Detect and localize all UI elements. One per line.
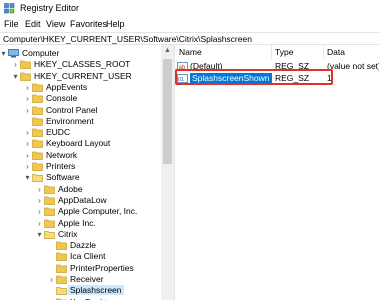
column-header-type[interactable]: Type: [275, 47, 293, 57]
tree-node-label: Console: [46, 93, 78, 104]
expand-chevron-right-icon[interactable]: ›: [23, 83, 32, 92]
tree-node-label: XenDesktop: [70, 297, 116, 300]
folder-icon: [56, 264, 67, 273]
folder-icon: [44, 196, 55, 205]
folder-icon: [32, 139, 43, 149]
expand-chevron-right-icon[interactable]: ›: [23, 151, 32, 160]
folder-icon: [56, 241, 67, 250]
expand-chevron-right-icon[interactable]: [47, 241, 56, 250]
menu-edit[interactable]: Edit: [25, 19, 41, 29]
column-header-data[interactable]: Data: [327, 47, 345, 57]
expand-chevron-right-icon[interactable]: ›: [47, 275, 56, 284]
tree-node-label: Ica Client: [70, 251, 106, 262]
folder-icon: [32, 162, 43, 171]
expand-chevron-right-icon[interactable]: ›: [35, 219, 44, 228]
tree-node-label: HKEY_CLASSES_ROOT: [34, 59, 131, 70]
computer-icon: [8, 49, 19, 58]
expand-chevron-right-icon[interactable]: ›: [23, 162, 32, 171]
expand-chevron-right-icon[interactable]: ›: [35, 196, 44, 205]
expand-chevron-right-icon[interactable]: [47, 286, 56, 295]
callout-highlight-box: [175, 69, 333, 85]
window-title: Registry Editor: [20, 3, 80, 13]
tree-node-label: Printers: [46, 161, 76, 171]
menu-help[interactable]: Help: [106, 19, 125, 29]
expand-chevron-right-icon[interactable]: [47, 252, 56, 261]
expand-chevron-down-icon[interactable]: ▾: [11, 72, 20, 81]
address-bar[interactable]: Computer\HKEY_CURRENT_USER\Software\Citr…: [0, 32, 379, 45]
tree-node-label: Control Panel: [46, 104, 98, 115]
expand-chevron-right-icon[interactable]: ›: [35, 185, 44, 194]
folder-icon: [56, 252, 67, 262]
folder-icon: [32, 94, 43, 104]
expand-chevron-right-icon[interactable]: ›: [11, 60, 20, 69]
expand-chevron-right-icon[interactable]: [23, 117, 32, 126]
expand-chevron-down-icon[interactable]: ▾: [35, 230, 44, 239]
folder-icon: [44, 207, 55, 217]
tree-node-label: Computer: [22, 48, 60, 58]
tree-node-label: Apple Inc.: [58, 217, 96, 228]
folder-open-icon: [32, 173, 43, 183]
tree-node-label: Apple Computer, Inc.: [58, 206, 138, 217]
tree-node-label: EUDC: [46, 127, 71, 138]
registry-editor-icon: [4, 3, 15, 14]
expand-chevron-down-icon[interactable]: ▾: [23, 173, 32, 182]
scrollbar-thumb[interactable]: [163, 59, 172, 164]
folder-icon: [32, 83, 43, 92]
folder-icon: [56, 275, 67, 284]
tree-node-label: HKEY_CURRENT_USER: [34, 70, 132, 81]
folder-icon: [20, 72, 31, 81]
tree-node-label: Adobe: [58, 183, 83, 194]
expand-chevron-right-icon[interactable]: [47, 264, 56, 273]
key-tree-pane[interactable]: ▾ Computer › HKEY_CLASSES_ROOT ▾ HKEY_CURRENT…: [0, 45, 174, 300]
tree-node-label: PrinterProperties: [70, 262, 134, 273]
title-bar: Registry Editor: [0, 0, 379, 17]
expand-chevron-down-icon[interactable]: ▾: [0, 49, 8, 58]
tree-node-label: Splashscreen: [68, 285, 124, 296]
scroll-up-arrow-icon[interactable]: ▲: [161, 45, 174, 57]
expand-chevron-right-icon[interactable]: ›: [35, 207, 44, 216]
folder-open-icon: [56, 286, 67, 296]
column-divider[interactable]: [271, 45, 272, 59]
menu-file[interactable]: File: [4, 19, 19, 29]
tree-node-label: Keyboard Layout: [46, 138, 111, 149]
column-header-name[interactable]: Name: [179, 47, 202, 57]
expand-chevron-right-icon[interactable]: ›: [23, 94, 32, 103]
value-data: (value not set): [327, 61, 379, 71]
tree-scrollbar[interactable]: ▲: [161, 45, 174, 300]
expand-chevron-right-icon[interactable]: ›: [23, 139, 32, 148]
folder-open-icon: [44, 230, 55, 239]
tree-node-label: AppEvents: [46, 81, 88, 92]
menu-view[interactable]: View: [46, 19, 65, 29]
column-divider[interactable]: [323, 45, 324, 59]
tree-node-label: Environment: [46, 115, 94, 126]
folder-icon: [32, 117, 43, 126]
folder-icon: [32, 106, 43, 115]
expand-chevron-right-icon[interactable]: ›: [23, 128, 32, 137]
menu-bar: File Edit View Favorites Help: [0, 18, 379, 31]
menu-favorites[interactable]: Favorites: [70, 19, 107, 29]
tree-node[interactable]: XenDesktop: [0, 296, 161, 300]
tree-node-label: Citrix: [58, 228, 78, 239]
folder-icon: [44, 185, 55, 194]
tree-node-label: AppDataLow: [58, 194, 107, 205]
folder-icon: [32, 128, 43, 137]
address-path[interactable]: Computer\HKEY_CURRENT_USER\Software\Citr…: [3, 34, 252, 44]
tree-node-label: Network: [46, 149, 78, 160]
tree-node-label: Receiver: [70, 274, 104, 284]
expand-chevron-right-icon[interactable]: ›: [23, 106, 32, 115]
folder-icon: [20, 60, 31, 70]
tree-node-label: Dazzle: [70, 240, 96, 251]
folder-icon: [44, 219, 55, 228]
tree-node-label: Software: [46, 172, 80, 183]
folder-icon: [32, 151, 43, 160]
